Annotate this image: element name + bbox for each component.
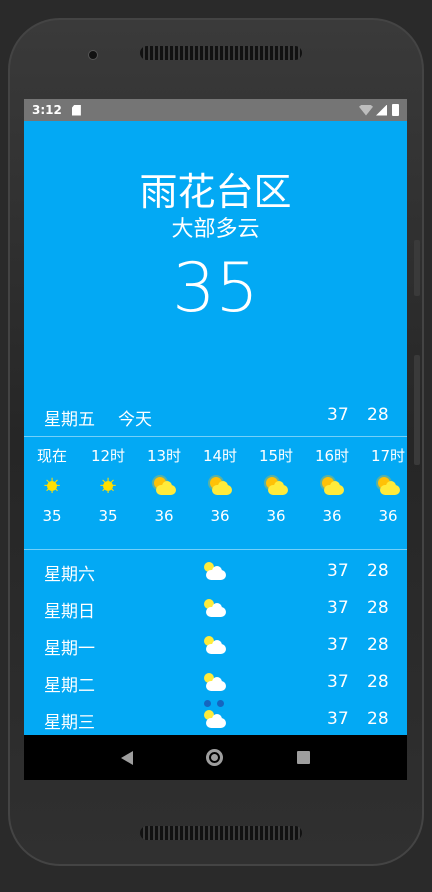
signal-icon bbox=[376, 104, 387, 116]
hourly-forecast[interactable]: 现在 35 12时 35 13时 36 14时 36 15时 36 16时 36 bbox=[24, 444, 407, 544]
daily-high: 37 bbox=[327, 672, 349, 692]
daily-day: 星期六 bbox=[44, 565, 95, 585]
daily-day: 星期一 bbox=[44, 639, 95, 659]
partly-cloudy-icon bbox=[151, 476, 177, 496]
daily-day: 星期二 bbox=[44, 676, 95, 696]
hour-temp: 36 bbox=[154, 507, 174, 525]
hour-item: 13时 36 bbox=[136, 444, 192, 528]
page-dot bbox=[204, 700, 211, 707]
weather-condition: 大部多云 bbox=[171, 217, 260, 242]
page-dot bbox=[217, 700, 224, 707]
partly-cloudy-icon bbox=[207, 476, 233, 496]
partly-cloudy-icon bbox=[201, 635, 227, 655]
divider bbox=[24, 436, 407, 437]
daily-high: 37 bbox=[327, 709, 349, 729]
volume-button bbox=[414, 355, 420, 465]
partly-cloudy-icon bbox=[375, 476, 401, 496]
hour-temp: 36 bbox=[322, 507, 342, 525]
today-day: 星期五 bbox=[44, 410, 95, 430]
daily-day: 星期日 bbox=[44, 602, 95, 622]
battery-icon bbox=[392, 104, 399, 116]
screen: 3:12 雨花台区 大部多云 35 星期五 今天 37 28 现在 35 12时… bbox=[24, 99, 407, 780]
partly-cloudy-icon bbox=[201, 709, 227, 729]
daily-low: 28 bbox=[367, 561, 389, 581]
daily-row: 星期日 37 28 bbox=[24, 591, 407, 628]
daily-row: 星期一 37 28 bbox=[24, 628, 407, 665]
partly-cloudy-icon bbox=[201, 672, 227, 692]
daily-forecast[interactable]: 星期六 37 28 星期日 37 28 星期一 37 28 星期二 37 28 … bbox=[24, 554, 407, 739]
hour-time: 13时 bbox=[146, 447, 182, 465]
partly-cloudy-icon bbox=[201, 598, 227, 618]
home-icon[interactable] bbox=[206, 749, 224, 766]
daily-high: 37 bbox=[327, 598, 349, 618]
hour-item: 16时 36 bbox=[304, 444, 360, 528]
hour-item: 14时 36 bbox=[192, 444, 248, 528]
today-row: 星期五 今天 37 28 bbox=[24, 405, 407, 431]
daily-low: 28 bbox=[367, 598, 389, 618]
back-icon[interactable] bbox=[120, 750, 133, 765]
hour-time: 15时 bbox=[258, 447, 294, 465]
partly-cloudy-icon bbox=[201, 561, 227, 581]
wifi-icon bbox=[359, 104, 373, 116]
status-bar: 3:12 bbox=[24, 99, 407, 121]
hour-temp: 36 bbox=[266, 507, 286, 525]
today-label: 今天 bbox=[118, 410, 152, 430]
bottom-speaker bbox=[140, 826, 302, 840]
today-low: 28 bbox=[367, 405, 389, 425]
status-time: 3:12 bbox=[32, 103, 62, 117]
sunny-icon bbox=[98, 473, 118, 499]
hour-temp: 36 bbox=[378, 507, 398, 525]
daily-low: 28 bbox=[367, 709, 389, 729]
hour-item: 12时 35 bbox=[80, 444, 136, 528]
partly-cloudy-icon bbox=[319, 476, 345, 496]
daily-row: 星期二 37 28 bbox=[24, 665, 407, 702]
front-camera bbox=[88, 50, 98, 60]
hour-item: 15时 36 bbox=[248, 444, 304, 528]
divider bbox=[24, 549, 407, 550]
daily-low: 28 bbox=[367, 635, 389, 655]
hour-time: 16时 bbox=[314, 447, 350, 465]
power-button bbox=[414, 240, 420, 296]
daily-row: 星期六 37 28 bbox=[24, 554, 407, 591]
hour-item: 17时 36 bbox=[360, 444, 407, 528]
hour-time: 17时 bbox=[370, 447, 406, 465]
sunny-icon bbox=[42, 473, 62, 499]
current-temperature: 35 bbox=[172, 249, 259, 328]
hour-item: 现在 35 bbox=[24, 444, 80, 528]
hour-temp: 35 bbox=[98, 507, 118, 525]
top-speaker bbox=[140, 46, 302, 60]
page-indicator bbox=[204, 700, 224, 707]
navigation-bar bbox=[24, 735, 407, 780]
partly-cloudy-icon bbox=[263, 476, 289, 496]
daily-high: 37 bbox=[327, 561, 349, 581]
hour-time: 14时 bbox=[202, 447, 238, 465]
daily-low: 28 bbox=[367, 672, 389, 692]
daily-high: 37 bbox=[327, 635, 349, 655]
daily-row: 星期三 37 28 bbox=[24, 702, 407, 739]
hour-time: 12时 bbox=[90, 447, 126, 465]
today-high: 37 bbox=[327, 405, 349, 425]
daily-day: 星期三 bbox=[44, 713, 95, 733]
hour-temp: 36 bbox=[210, 507, 230, 525]
sd-card-icon bbox=[71, 104, 81, 116]
hour-time: 现在 bbox=[36, 447, 67, 465]
city-name: 雨花台区 bbox=[139, 170, 292, 214]
hour-temp: 35 bbox=[42, 507, 62, 525]
recent-apps-icon[interactable] bbox=[297, 751, 311, 764]
